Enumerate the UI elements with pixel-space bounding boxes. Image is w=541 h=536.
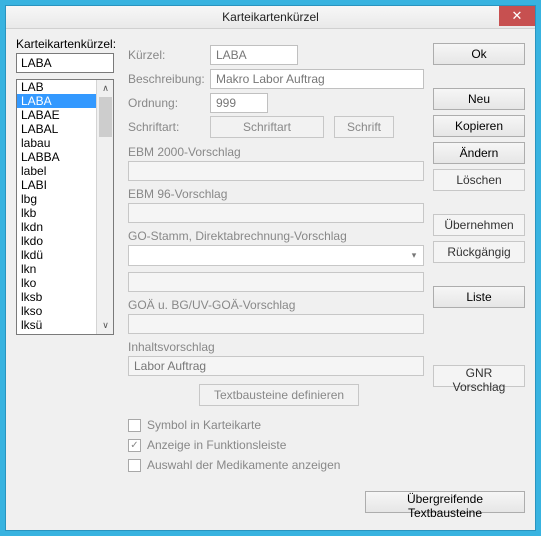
goa-label: GOÄ u. BG/UV-GOÄ-Vorschlag xyxy=(128,298,430,312)
scroll-thumb[interactable] xyxy=(99,97,112,137)
kopieren-button[interactable]: Kopieren xyxy=(433,115,525,137)
symbol-checkbox[interactable] xyxy=(128,419,141,432)
uebernehmen-button[interactable]: Übernehmen xyxy=(433,214,525,236)
form-column: Kürzel: Beschreibung: Ordnung: Schriftar… xyxy=(128,43,430,472)
gostamm-combo[interactable]: ▾ xyxy=(128,245,424,266)
textbausteine-button[interactable]: Textbausteine definieren xyxy=(199,384,359,406)
kuerzel-label: Kürzel: xyxy=(128,48,210,62)
ordnung-field[interactable] xyxy=(210,93,268,113)
gostamm-field2[interactable] xyxy=(128,272,424,292)
list-item[interactable]: LABA xyxy=(17,94,97,108)
symbol-checkbox-label: Symbol in Karteikarte xyxy=(147,418,261,432)
kuerzel-field[interactable] xyxy=(210,45,298,65)
list-scrollbar[interactable]: ∧ ∨ xyxy=(96,80,113,334)
list-item[interactable]: lksü xyxy=(17,318,97,332)
beschreibung-label: Beschreibung: xyxy=(128,72,210,86)
goa-field[interactable] xyxy=(128,314,424,334)
scroll-up-icon[interactable]: ∧ xyxy=(97,80,114,97)
list-item[interactable]: lkn xyxy=(17,262,97,276)
list-item[interactable]: LABAL xyxy=(17,122,97,136)
list-item[interactable]: lko xyxy=(17,276,97,290)
window-title: Karteikartenkürzel xyxy=(6,10,535,24)
shortcut-input[interactable] xyxy=(16,53,114,73)
close-button[interactable]: ✕ xyxy=(499,6,535,26)
list-label: Karteikartenkürzel: xyxy=(16,37,114,51)
neu-button[interactable]: Neu xyxy=(433,88,525,110)
liste-button[interactable]: Liste xyxy=(433,286,525,308)
list-item[interactable]: LABBA xyxy=(17,150,97,164)
aendern-button[interactable]: Ändern xyxy=(433,142,525,164)
shortcut-listbox[interactable]: LABLABALABAELABALlabauLABBAlabelLABIlbgl… xyxy=(16,79,114,335)
ordnung-label: Ordnung: xyxy=(128,96,210,110)
list-item[interactable]: LABI xyxy=(17,178,97,192)
chevron-down-icon: ▾ xyxy=(405,246,423,265)
list-item[interactable]: lkü xyxy=(17,332,97,334)
ebm96-field[interactable] xyxy=(128,203,424,223)
dialog-body: Karteikartenkürzel: LABLABALABAELABALlab… xyxy=(6,29,535,530)
list-item[interactable]: label xyxy=(17,164,97,178)
list-item[interactable]: LABAE xyxy=(17,108,97,122)
list-item[interactable]: lbg xyxy=(17,192,97,206)
dialog-window: Karteikartenkürzel ✕ Karteikartenkürzel:… xyxy=(5,5,536,531)
left-column: Karteikartenkürzel: LABLABALABAELABALlab… xyxy=(16,37,114,335)
inhalt-label: Inhaltsvorschlag xyxy=(128,340,430,354)
medikamente-checkbox-label: Auswahl der Medikamente anzeigen xyxy=(147,458,340,472)
ebm2000-label: EBM 2000-Vorschlag xyxy=(128,145,430,159)
scroll-down-icon[interactable]: ∨ xyxy=(97,317,114,334)
ok-button[interactable]: Ok xyxy=(433,43,525,65)
list-item[interactable]: lkdn xyxy=(17,220,97,234)
medikamente-checkbox[interactable] xyxy=(128,459,141,472)
schriftart-button[interactable]: Schriftart xyxy=(210,116,324,138)
uebergreifende-button[interactable]: Übergreifende Textbausteine xyxy=(365,491,525,513)
beschreibung-field[interactable] xyxy=(210,69,424,89)
list-item[interactable]: LAB xyxy=(17,80,97,94)
list-item[interactable]: lkb xyxy=(17,206,97,220)
list-item[interactable]: labau xyxy=(17,136,97,150)
schrift-button[interactable]: Schrift xyxy=(334,116,394,138)
titlebar: Karteikartenkürzel ✕ xyxy=(6,6,535,29)
list-item[interactable]: lkdü xyxy=(17,248,97,262)
inhalt-field[interactable]: Labor Auftrag xyxy=(128,356,424,376)
list-item[interactable]: lksb xyxy=(17,290,97,304)
rueckgaengig-button[interactable]: Rückgängig xyxy=(433,241,525,263)
anzeige-checkbox[interactable] xyxy=(128,439,141,452)
gnr-button[interactable]: GNR Vorschlag xyxy=(433,365,525,387)
button-column: Ok Neu Kopieren Ändern Löschen Übernehme… xyxy=(433,43,525,392)
schriftart-label: Schriftart: xyxy=(128,120,210,134)
gostamm-label: GO-Stamm, Direktabrechnung-Vorschlag xyxy=(128,229,430,243)
loeschen-button[interactable]: Löschen xyxy=(433,169,525,191)
list-item[interactable]: lkso xyxy=(17,304,97,318)
list-item[interactable]: lkdo xyxy=(17,234,97,248)
ebm96-label: EBM 96-Vorschlag xyxy=(128,187,430,201)
anzeige-checkbox-label: Anzeige in Funktionsleiste xyxy=(147,438,286,452)
ebm2000-field[interactable] xyxy=(128,161,424,181)
